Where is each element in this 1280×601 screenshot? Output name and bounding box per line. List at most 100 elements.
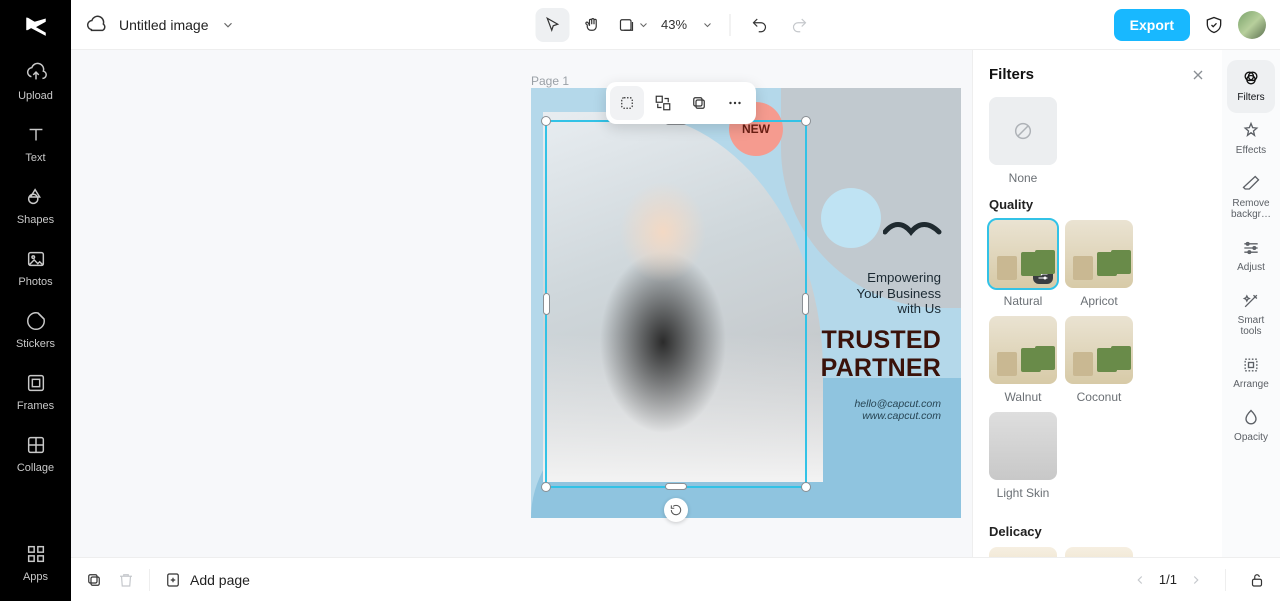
- resize-edge-right[interactable]: [802, 293, 809, 315]
- lock-button[interactable]: [1248, 571, 1266, 589]
- divider: [1225, 569, 1226, 591]
- rail-collage[interactable]: Collage: [0, 422, 71, 484]
- hand-tool[interactable]: [575, 8, 609, 42]
- add-page-button[interactable]: Add page: [164, 571, 250, 589]
- resize-handle-br[interactable]: [801, 482, 811, 492]
- bg-shape-circle: [821, 188, 881, 248]
- filter-adjust-icon[interactable]: [1033, 268, 1053, 284]
- app-logo[interactable]: [0, 0, 71, 50]
- chevron-down-icon: [701, 19, 713, 31]
- frames-icon: [25, 372, 47, 394]
- filter-none[interactable]: [989, 97, 1057, 165]
- lock-open-icon: [1248, 571, 1266, 589]
- zoom-dropdown[interactable]: [697, 8, 717, 42]
- rail-adjust[interactable]: Adjust: [1227, 230, 1275, 283]
- filter-label: Coconut: [1065, 390, 1133, 404]
- photos-icon: [25, 248, 47, 270]
- rail-arrange[interactable]: Arrange: [1227, 347, 1275, 400]
- rail-opacity[interactable]: Opacity: [1227, 400, 1275, 453]
- export-button[interactable]: Export: [1114, 9, 1190, 41]
- rail-effects[interactable]: Effects: [1227, 113, 1275, 166]
- cloud-sync-icon[interactable]: [85, 14, 107, 36]
- selection-frame[interactable]: [545, 120, 807, 488]
- close-panel-button[interactable]: [1190, 67, 1206, 83]
- filter-natural[interactable]: [989, 220, 1057, 288]
- rail-remove-bg[interactable]: Remove backgr…: [1227, 166, 1275, 230]
- resize-handle-tr[interactable]: [801, 116, 811, 126]
- filter-lightskin[interactable]: [989, 412, 1057, 480]
- rail-frames[interactable]: Frames: [0, 360, 71, 422]
- left-rail: Upload Text Shapes Photos Stickers: [0, 0, 71, 601]
- rail-text[interactable]: Text: [0, 112, 71, 174]
- filters-panel: Filters None Quality: [972, 50, 1222, 557]
- filter-apricot[interactable]: [1065, 220, 1133, 288]
- select-tool[interactable]: [535, 8, 569, 42]
- rail-apps[interactable]: Apps: [0, 531, 71, 593]
- filter-delicacy-2[interactable]: [1065, 547, 1133, 557]
- empower-text[interactable]: Empowering Your Business with Us: [856, 270, 941, 317]
- duplicate-page-button[interactable]: [85, 571, 103, 589]
- redo-button[interactable]: [782, 8, 816, 42]
- text-icon: [25, 124, 47, 146]
- trusted-text[interactable]: Trusted Partner: [821, 326, 941, 382]
- filter-none-label: None: [989, 171, 1057, 185]
- rail-photos[interactable]: Photos: [0, 236, 71, 298]
- prev-page-button[interactable]: [1133, 573, 1147, 587]
- contact-email: hello@capcut.com: [854, 398, 941, 410]
- rail-filters[interactable]: Filters: [1227, 60, 1275, 113]
- section-quality-title: Quality: [989, 197, 1206, 212]
- filter-label: Natural: [989, 294, 1057, 308]
- quality-grid: Natural Apricot Walnut Coconut: [989, 220, 1206, 500]
- resize-tool[interactable]: [615, 8, 651, 42]
- next-page-button[interactable]: [1189, 573, 1203, 587]
- contact-text[interactable]: hello@capcut.com www.capcut.com: [854, 398, 941, 422]
- filter-label: Light Skin: [989, 486, 1057, 500]
- panel-title: Filters: [989, 66, 1034, 83]
- rail-smart-tools[interactable]: Smart tools: [1227, 283, 1275, 347]
- chevron-down-icon: [637, 19, 649, 31]
- rail-stickers[interactable]: Stickers: [0, 298, 71, 360]
- filter-coconut[interactable]: [1065, 316, 1133, 384]
- divider: [729, 14, 730, 36]
- page-indicator: 1/1: [1159, 572, 1177, 587]
- top-bar: Untitled image 43%: [71, 0, 1280, 50]
- filter-walnut[interactable]: [989, 316, 1057, 384]
- rail-shapes[interactable]: Shapes: [0, 174, 71, 236]
- canvas-area[interactable]: Page 1 NEW Empowering Your Business with…: [71, 50, 972, 557]
- resize-handle-tl[interactable]: [541, 116, 551, 126]
- right-rail: Filters Effects Remove backgr… Adjust Sm…: [1222, 50, 1280, 557]
- more-button[interactable]: [718, 86, 752, 120]
- rail-upload[interactable]: Upload: [0, 50, 71, 112]
- delicacy-grid: [989, 547, 1206, 557]
- bottom-bar: Add page 1/1: [71, 557, 1280, 601]
- user-avatar[interactable]: [1238, 11, 1266, 39]
- doc-title[interactable]: Untitled image: [119, 17, 209, 33]
- filter-delicacy-1[interactable]: [989, 547, 1057, 557]
- replace-button[interactable]: [646, 86, 680, 120]
- topbar-right: Export: [1114, 9, 1266, 41]
- none-icon: [1012, 120, 1034, 142]
- page-label: Page 1: [531, 74, 569, 88]
- zoom-level[interactable]: 43%: [657, 17, 691, 32]
- effects-icon: [1241, 121, 1261, 141]
- apps-icon: [25, 543, 47, 565]
- crop-button[interactable]: [610, 86, 644, 120]
- selection-toolbar: [606, 82, 756, 124]
- add-page-label: Add page: [190, 572, 250, 588]
- resize-edge-bottom[interactable]: [665, 483, 687, 490]
- resize-handle-bl[interactable]: [541, 482, 551, 492]
- page-navigator: 1/1: [1133, 572, 1203, 587]
- undo-button[interactable]: [742, 8, 776, 42]
- collage-icon: [25, 434, 47, 456]
- capcut-logo-icon: [23, 12, 49, 38]
- topbar-center: 43%: [535, 8, 816, 42]
- duplicate-button[interactable]: [682, 86, 716, 120]
- shield-icon[interactable]: [1204, 15, 1224, 35]
- add-page-icon: [164, 571, 182, 589]
- resize-edge-left[interactable]: [543, 293, 550, 315]
- delete-page-button[interactable]: [117, 571, 135, 589]
- filter-label: Apricot: [1065, 294, 1133, 308]
- rotate-handle[interactable]: [664, 498, 688, 522]
- wand-icon: [1241, 291, 1261, 311]
- title-dropdown[interactable]: [221, 18, 235, 32]
